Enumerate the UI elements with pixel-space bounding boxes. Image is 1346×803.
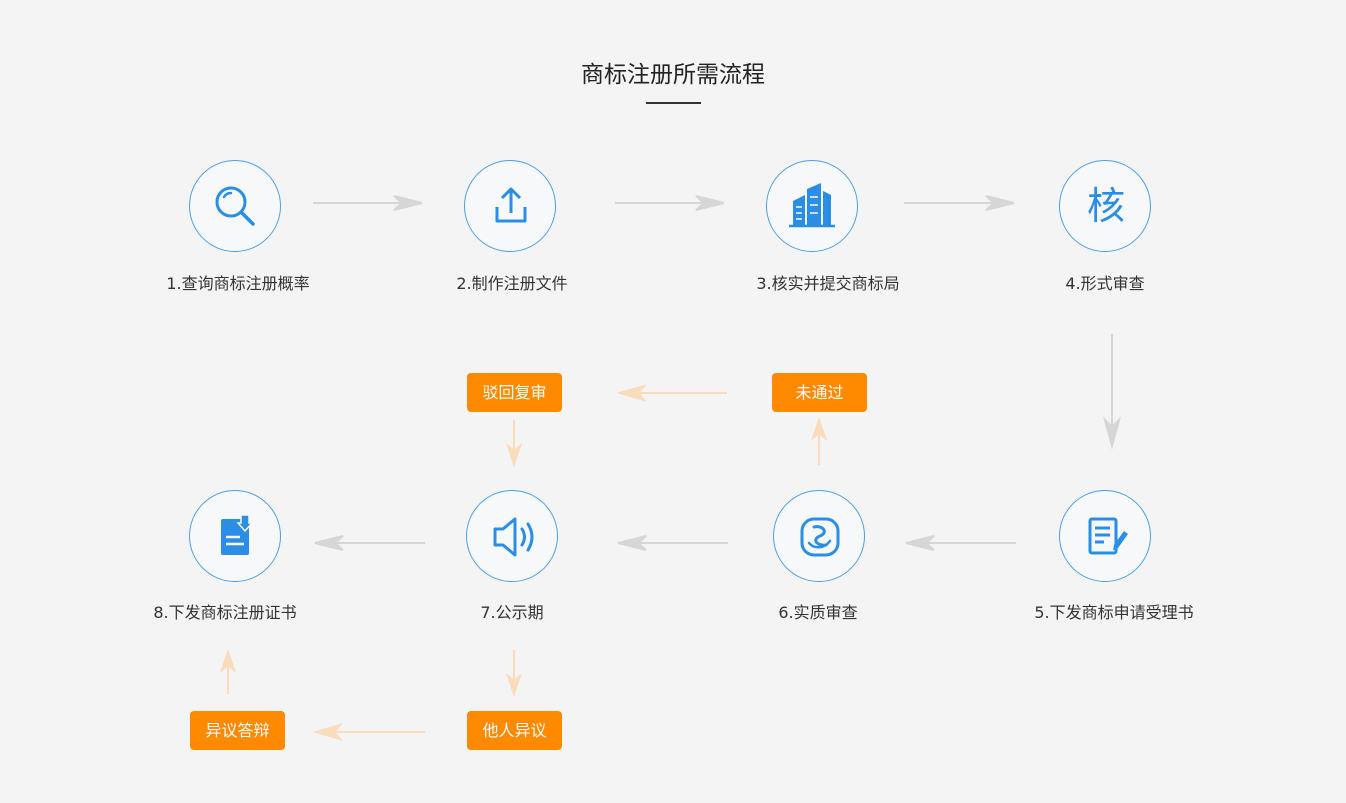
arrow-7-8 [314,535,425,551]
arrow-3-4 [904,195,1015,211]
step-8-circle [189,490,281,582]
tag-rejected: 未通过 [772,373,867,412]
speaker-icon [493,517,534,557]
step-5-circle [1059,490,1151,582]
step-7-label: 7.公示期 [480,603,544,622]
building-icon [789,183,835,228]
step-7-circle [466,490,558,582]
step-2-label: 2.制作注册文件 [456,274,568,293]
arrow-2-3 [615,195,725,211]
arrow-6-7 [617,535,728,551]
step-1-label: 1.查询商标注册概率 [166,274,310,293]
step-1-circle [189,160,281,252]
step-3-circle [766,160,858,252]
arrow-1-2 [313,195,423,211]
certificate-icon [221,514,254,555]
arrow-7-objection [505,650,523,698]
step-6-circle [773,490,865,582]
step-8-label: 8.下发商标注册证书 [153,603,297,622]
step-6-label: 6.实质审查 [778,603,858,622]
flow-arrows [219,195,1121,741]
step-5-label: 5.下发商标申请受理书 [1034,603,1194,622]
arrow-objection-defense [312,723,425,741]
inspection-icon [800,517,840,557]
step-3-label: 3.核实并提交商标局 [756,274,900,293]
arrow-rejected-reexamine [616,384,727,402]
step-4-circle: 核 [1059,160,1151,252]
step-4-label: 4.形式审查 [1065,274,1145,293]
review-glyph: 核 [1087,184,1125,228]
upload-icon [495,187,527,223]
arrow-reexamine-7 [505,420,523,468]
search-icon [215,186,255,226]
tag-objection: 他人异议 [467,711,562,750]
tag-reexamine: 驳回复审 [467,373,562,412]
arrow-6-rejected [810,416,828,465]
arrow-5-6 [905,535,1016,551]
review-icon: 核 [1087,184,1125,228]
arrow-4-5 [1103,334,1121,450]
document-edit-icon [1088,517,1128,555]
tag-defense: 异议答辩 [190,711,285,750]
step-2-circle [464,160,556,252]
arrow-defense-8 [219,648,237,694]
